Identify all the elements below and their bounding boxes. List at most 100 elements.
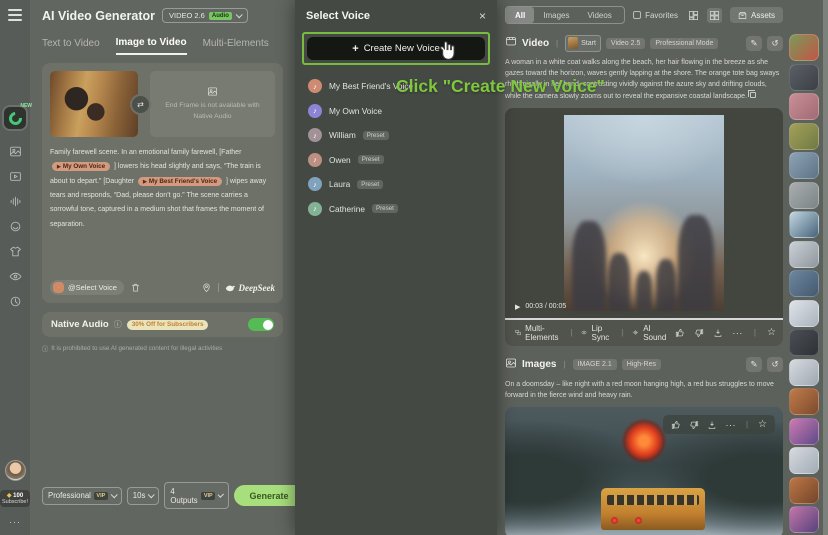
asset-thumbnail-pink-purple-2[interactable] <box>789 506 819 533</box>
scrollbar[interactable] <box>823 0 828 535</box>
model-selector[interactable]: VIDEO 2.6 Audio <box>162 8 248 23</box>
masonry-view-icon[interactable] <box>686 8 701 23</box>
star-icon[interactable]: ☆ <box>767 327 776 338</box>
wardrobe-tool-icon[interactable] <box>9 245 22 258</box>
swap-frames-icon[interactable]: ⇄ <box>132 96 149 113</box>
multi-elements-button[interactable]: Multi-Elements <box>515 324 561 342</box>
edit-prompt-icon[interactable]: ✎ <box>746 357 762 372</box>
chevron-down-icon <box>110 491 117 498</box>
asset-thumbnail-orange-scene-2[interactable] <box>789 477 819 504</box>
thumbs-up-icon[interactable] <box>671 420 681 430</box>
end-frame-dropzone[interactable]: End Frame is not available with Native A… <box>150 71 275 137</box>
prompt-textarea[interactable]: Family farewell scene. In an emotional f… <box>50 146 275 232</box>
video-tool-icon[interactable] <box>9 170 22 183</box>
voice-tag-label: My Best Friend's Voice <box>149 178 217 185</box>
video-player[interactable]: ▶ 00:03 / 00:05 <box>505 108 783 318</box>
info-icon[interactable]: ⓘ <box>114 319 122 330</box>
video-section-icon <box>505 34 517 52</box>
thumbs-down-icon[interactable] <box>689 420 699 430</box>
copy-icon[interactable] <box>750 92 756 98</box>
voice-item-william[interactable]: ♪WilliamPreset <box>308 128 484 142</box>
play-icon[interactable]: ▶ <box>515 303 520 311</box>
duration-dropdown[interactable]: 10s <box>127 487 160 505</box>
regenerate-icon[interactable]: ↺ <box>767 36 783 51</box>
voice-name: Laura <box>329 179 350 189</box>
grid-view-icon[interactable] <box>707 8 722 23</box>
menu-icon[interactable] <box>8 9 22 21</box>
more-menu-icon[interactable]: ··· <box>9 517 21 527</box>
voice-item-owen[interactable]: ♪OwenPreset <box>308 153 484 167</box>
start-frame-image[interactable] <box>50 71 138 137</box>
asset-thumbnail-rocks[interactable] <box>789 182 819 209</box>
asset-thumbnail-dark-figure[interactable] <box>789 329 819 356</box>
voice-item-laura[interactable]: ♪LauraPreset <box>308 177 484 191</box>
quality-dropdown[interactable]: Professional VIP <box>42 487 122 505</box>
native-audio-toggle[interactable] <box>248 318 274 331</box>
checkbox-icon[interactable] <box>633 11 641 19</box>
asset-thumbnail-flowers[interactable] <box>789 34 819 61</box>
generator-panel: AI Video Generator VIDEO 2.6 Audio Text … <box>30 0 295 535</box>
duration-value: 10s <box>133 491 146 500</box>
download-icon[interactable] <box>707 420 717 430</box>
regenerate-icon[interactable]: ↺ <box>767 357 783 372</box>
asset-thumbnail-whale[interactable] <box>789 211 819 238</box>
filter-audio[interactable]: Audio <box>621 7 625 23</box>
new-badge: NEW <box>20 103 32 109</box>
asset-thumbnail-yellow-green[interactable] <box>789 123 819 150</box>
asset-thumbnail-pink-purple[interactable] <box>789 418 819 445</box>
edit-prompt-icon[interactable]: ✎ <box>746 36 762 51</box>
end-frame-note: End Frame is not available with Native A… <box>158 101 268 121</box>
ai-sound-button[interactable]: AI Sound <box>632 324 668 342</box>
more-icon[interactable]: ··· <box>732 328 743 338</box>
audio-tool-icon[interactable] <box>9 195 22 208</box>
app-logo-icon[interactable]: NEW <box>4 107 26 129</box>
voice-tag-my-best-friend-s-voice[interactable]: ▶My Best Friend's Voice <box>138 177 222 186</box>
star-icon[interactable]: ☆ <box>758 419 767 430</box>
voice-item-my-own-voice[interactable]: ♪My Own Voice <box>308 104 484 118</box>
more-icon[interactable]: ··· <box>725 420 736 430</box>
user-avatar[interactable] <box>5 460 26 481</box>
filter-videos[interactable]: Videos <box>578 7 620 23</box>
start-frame-chip[interactable]: Start <box>565 35 601 52</box>
toggle-knob <box>263 320 273 330</box>
asset-thumbnail-cloud-2[interactable] <box>789 447 819 474</box>
close-icon[interactable]: × <box>479 9 486 23</box>
filter-images[interactable]: Images <box>534 7 578 23</box>
tab-text-to-video[interactable]: Text to Video <box>42 38 100 54</box>
outputs-dropdown[interactable]: 4 Outputs VIP <box>164 482 228 509</box>
thumbs-up-icon[interactable] <box>675 328 685 338</box>
delete-voice-icon[interactable] <box>130 282 141 293</box>
voice-tag-my-own-voice[interactable]: ▶My Own Voice <box>52 162 110 171</box>
thumbs-down-icon[interactable] <box>694 328 704 338</box>
tab-image-to-video[interactable]: Image to Video <box>116 37 187 55</box>
history-icon[interactable] <box>9 295 22 308</box>
asset-thumbnail-orange-scene[interactable] <box>789 388 819 415</box>
subscribe-badge[interactable]: ◆ 100 Subscribe! <box>0 490 30 507</box>
divider: | <box>746 420 748 429</box>
asset-thumbnail-cloud[interactable] <box>789 359 819 386</box>
generate-button[interactable]: Generate <box>234 485 305 506</box>
asset-thumbnail-bird[interactable] <box>789 152 819 179</box>
sticker-tool-icon[interactable] <box>9 220 22 233</box>
voice-name: William <box>329 130 356 140</box>
asset-thumbnail-portrait-dark[interactable] <box>789 64 819 91</box>
create-new-voice-button[interactable]: + Create New Voice <box>307 37 485 60</box>
voice-item-my-best-friend-s-voice[interactable]: ♪My Best Friend's Voice <box>308 79 484 93</box>
assets-button[interactable]: Assets <box>730 7 783 23</box>
location-pin-icon[interactable] <box>201 282 212 293</box>
asset-thumbnail-pink-floral[interactable] <box>789 93 819 120</box>
image-model-badge: IMAGE 2.1 <box>573 359 617 370</box>
lip-sync-button[interactable]: Lip Sync <box>581 324 612 342</box>
voice-item-catherine[interactable]: ♪CatherinePreset <box>308 202 484 216</box>
tab-multi-elements[interactable]: Multi-Elements <box>203 38 269 54</box>
asset-thumbnail-cloud-moon[interactable] <box>789 300 819 327</box>
eye-tool-icon[interactable] <box>9 270 22 283</box>
filter-all[interactable]: All <box>506 7 534 23</box>
asset-thumbnail-rocket[interactable] <box>789 241 819 268</box>
download-icon[interactable] <box>713 328 723 338</box>
select-voice-button[interactable]: @Select Voice <box>50 280 124 295</box>
asset-thumbnail-figure-blue[interactable] <box>789 270 819 297</box>
favorites-filter[interactable]: Favorites <box>633 11 678 20</box>
generated-image[interactable]: ··· | ☆ <box>505 407 783 535</box>
image-tool-icon[interactable] <box>9 145 22 158</box>
